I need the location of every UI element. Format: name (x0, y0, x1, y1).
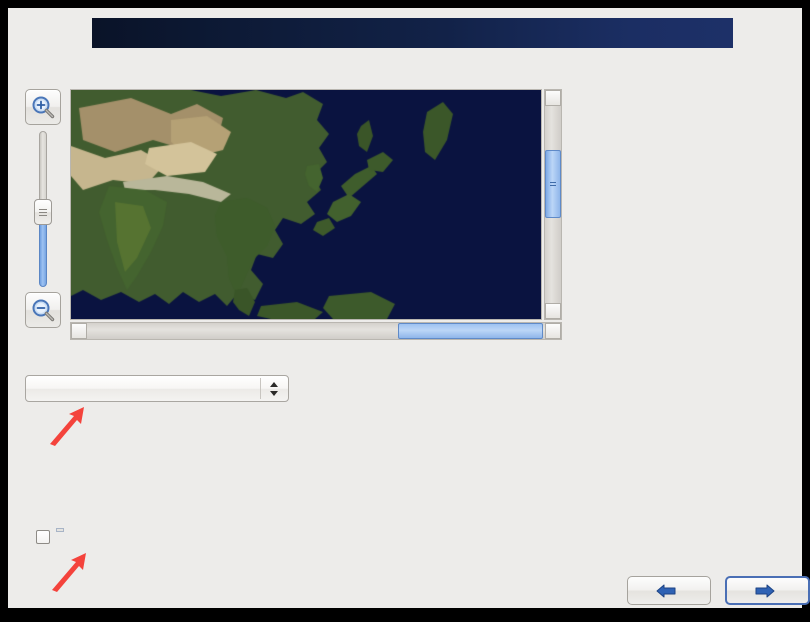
selected-city-marker-icon (324, 209, 335, 220)
annotation-arrow-timezone-icon (50, 407, 84, 446)
map-vertical-scrollbar[interactable] (544, 89, 562, 320)
next-button[interactable] (725, 576, 810, 605)
horizontal-scroll-track[interactable] (87, 323, 545, 339)
scroll-left-icon[interactable] (71, 323, 87, 339)
scroll-up-icon[interactable] (545, 90, 561, 106)
timezone-select[interactable] (25, 375, 289, 402)
zoom-slider[interactable] (34, 131, 52, 287)
chevron-updown-icon (270, 382, 278, 396)
vertical-scroll-track[interactable] (545, 106, 561, 303)
timezone-map-panel (25, 85, 566, 341)
zoom-out-icon (32, 299, 55, 322)
arrow-left-icon (656, 584, 676, 597)
zoom-in-icon (32, 96, 55, 119)
header-banner (92, 18, 733, 48)
vertical-scroll-thumb[interactable] (545, 150, 561, 218)
utc-checkbox[interactable] (36, 530, 50, 544)
horizontal-scroll-thumb[interactable] (398, 323, 543, 339)
scroll-down-icon[interactable] (545, 303, 561, 319)
zoom-in-button[interactable] (25, 89, 61, 125)
annotation-arrow-utc-icon (52, 553, 86, 592)
arrow-right-icon (755, 584, 774, 597)
zoom-slider-handle[interactable] (34, 199, 52, 225)
map-viewport[interactable] (70, 89, 542, 320)
installer-window (8, 8, 810, 608)
screenshot-root (0, 0, 810, 622)
utc-checkbox-label[interactable] (56, 528, 64, 532)
scroll-right-icon[interactable] (545, 323, 561, 339)
map-horizontal-scrollbar[interactable] (70, 322, 562, 340)
zoom-out-button[interactable] (25, 292, 61, 328)
combo-separator (260, 378, 261, 399)
world-map-image[interactable] (71, 90, 541, 319)
back-button[interactable] (627, 576, 711, 605)
